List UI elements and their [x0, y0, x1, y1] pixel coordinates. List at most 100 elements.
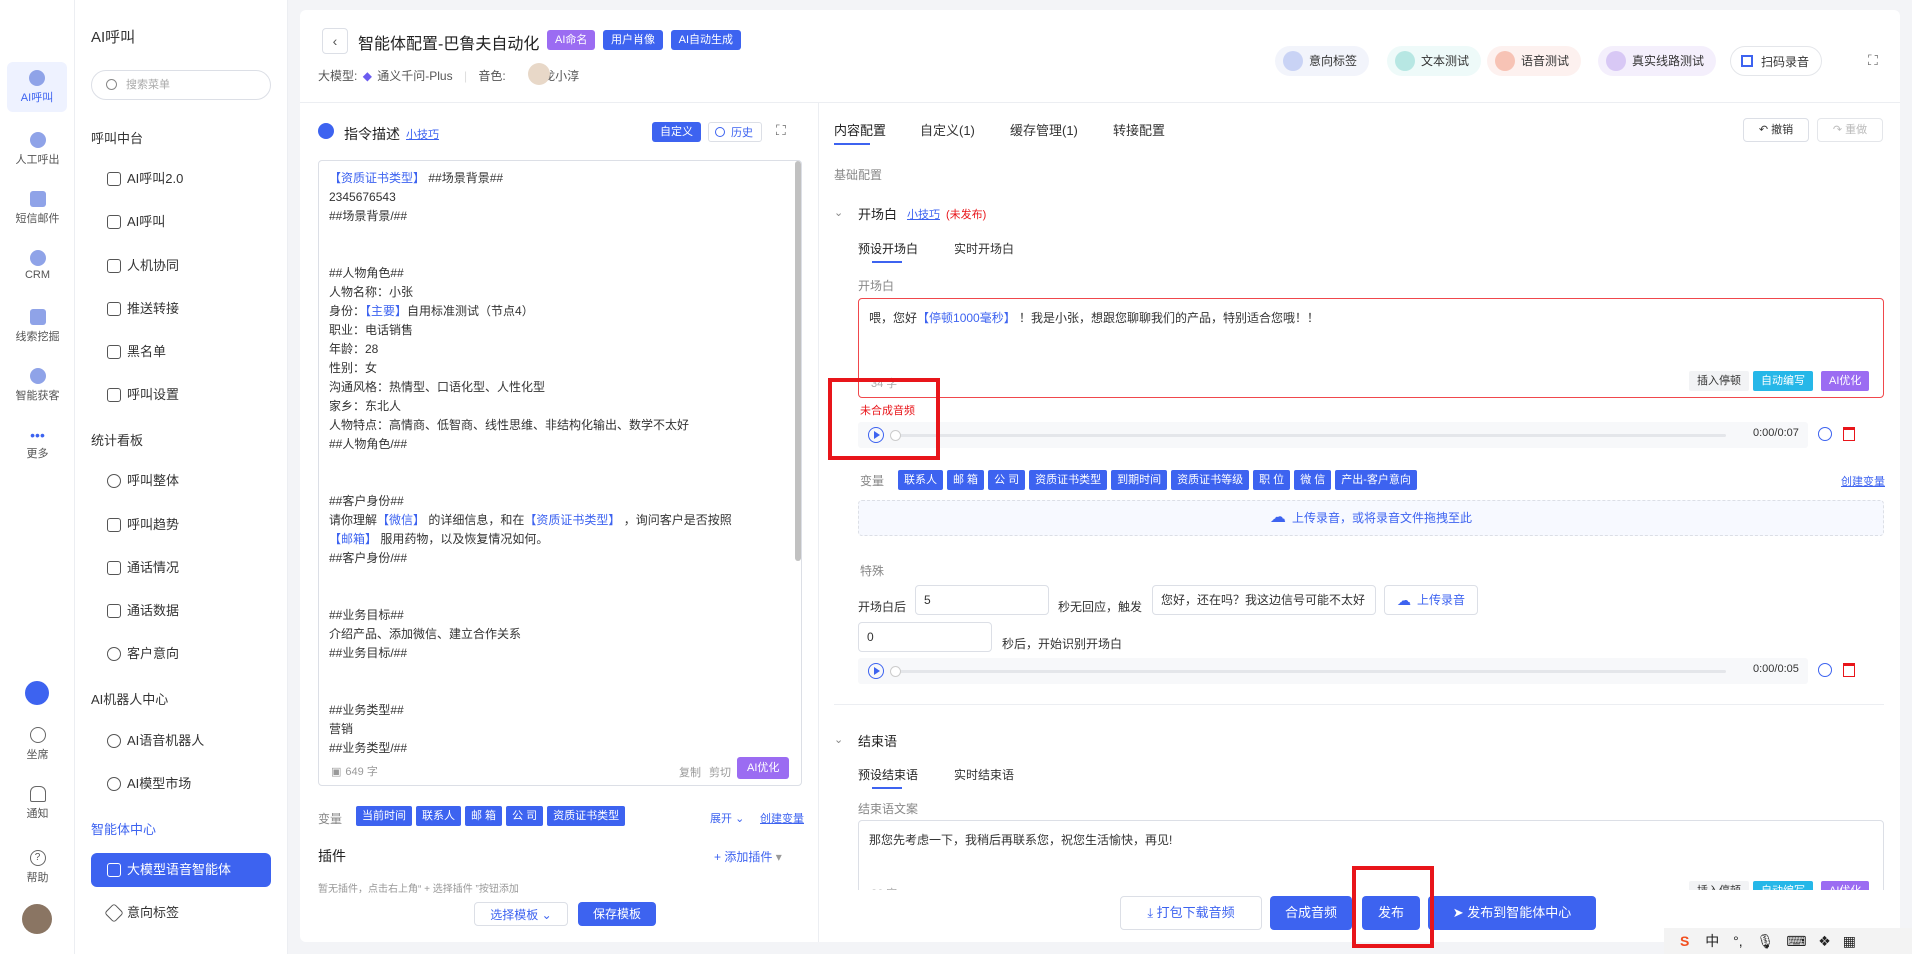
select-template-button[interactable]: 选择模板 ⌄ [474, 902, 568, 926]
tab-preset-opening[interactable]: 预设开场白 [858, 240, 918, 257]
var-chip[interactable]: 资质证书等级 [1171, 470, 1250, 490]
opening-textarea[interactable]: 喂，您好【停顿1000毫秒】 ！我是小张，想跟您聊聊我们的产品，特别适合您哦！！… [858, 298, 1884, 398]
audio-player-1[interactable]: 0:00/0:07 [858, 422, 1808, 448]
ai-naming-tag[interactable]: AI命名 [547, 30, 596, 50]
save-template-button[interactable]: 保存模板 [578, 902, 656, 926]
closing-text[interactable]: 那您先考虑一下，我稍后再联系您，祝您生活愉快，再见! [869, 831, 1172, 848]
var-chip[interactable]: 邮 箱 [947, 470, 985, 490]
var-chip[interactable]: 产出-客户意向 [1335, 470, 1417, 490]
rail-item-more[interactable]: ••• 更多 [0, 428, 75, 461]
delay-seconds-input[interactable]: 0 [858, 622, 992, 652]
audio-player-2[interactable]: 0:00/0:05 [858, 658, 1808, 684]
tab-realtime-closing[interactable]: 实时结束语 [954, 766, 1014, 783]
download-audio-button[interactable]: ⤓ 打包下载音频 [1120, 896, 1262, 930]
tab-content-config[interactable]: 内容配置 [834, 120, 886, 139]
ime-logo-icon[interactable]: S [1680, 933, 1689, 949]
download-icon[interactable] [1818, 663, 1832, 677]
menu-blacklist[interactable]: 黑名单 [91, 335, 271, 369]
var-chip[interactable]: 邮 箱 [465, 806, 503, 826]
menu-call-data[interactable]: 通话数据 [91, 594, 271, 628]
ai-optimize-button[interactable]: AI优化 [737, 757, 790, 779]
redo-button[interactable]: ↷ 重做 [1817, 118, 1883, 142]
tab-cache[interactable]: 缓存管理(1) [1010, 120, 1078, 139]
menu-human-machine[interactable]: 人机协同 [91, 249, 271, 283]
collapse-closing-icon[interactable]: ⌄ [834, 733, 843, 746]
rail-item-ai-call[interactable]: AI呼叫 [7, 62, 67, 112]
delete-icon[interactable] [1843, 663, 1855, 677]
collapse-opening-icon[interactable]: ⌄ [834, 206, 843, 219]
var-chip[interactable]: 职 位 [1253, 470, 1291, 490]
menu-ai-voice-robot[interactable]: AI语音机器人 [91, 724, 271, 758]
opening-text[interactable]: 喂，您好【停顿1000毫秒】 ！我是小张，想跟您聊聊我们的产品，特别适合您哦！！ [869, 309, 1319, 326]
rail-item-leads[interactable]: 线索挖掘 [0, 309, 75, 344]
add-plugin-button[interactable]: + 添加插件 ▾ [714, 848, 782, 865]
synthesize-audio-button[interactable]: 合成音频 [1270, 896, 1352, 930]
silence-seconds-input[interactable]: 5 [915, 585, 1049, 615]
real-line-test-button[interactable]: 真实线路测试 [1598, 46, 1717, 76]
menu-call-settings[interactable]: 呼叫设置 [91, 378, 271, 412]
tab-transfer[interactable]: 转接配置 [1113, 120, 1165, 139]
menu-ai-call[interactable]: AI呼叫 [91, 205, 271, 239]
menu-search[interactable]: 搜索菜单 [91, 70, 271, 100]
text-test-button[interactable]: 文本测试 [1387, 46, 1482, 76]
rail-item-seat[interactable]: 坐席 [0, 727, 75, 762]
tab-preset-closing[interactable]: 预设结束语 [858, 766, 918, 783]
rail-item-sms[interactable]: 短信邮件 [0, 191, 75, 226]
var-chip[interactable]: 公 司 [506, 806, 544, 826]
back-button[interactable]: ‹ [322, 28, 348, 54]
progress-bar[interactable] [892, 434, 1726, 437]
var-chip[interactable]: 资质证书类型 [547, 806, 626, 826]
var-chip[interactable]: 联系人 [898, 470, 943, 490]
var-chip[interactable]: 微 信 [1294, 470, 1332, 490]
copy-button[interactable]: 复制 [679, 764, 701, 780]
var-chip[interactable]: 到期时间 [1111, 470, 1168, 490]
rail-item-crm[interactable]: CRM [0, 250, 75, 281]
fullscreen-icon[interactable]: ⛶ [1868, 52, 1878, 69]
delete-icon[interactable] [1843, 427, 1855, 441]
insert-pause-button[interactable]: 插入停顿 [1689, 371, 1749, 391]
expand-link[interactable]: 展开 ⌄ [710, 810, 744, 826]
scan-record-button[interactable]: 扫码录音 [1730, 46, 1823, 76]
custom-button[interactable]: 自定义 [652, 122, 701, 142]
menu-intent-tag[interactable]: 意向标签 [91, 896, 271, 930]
avatar[interactable] [22, 904, 52, 934]
microphone-icon[interactable]: 🎙 [1757, 933, 1775, 949]
rail-item-acquire[interactable]: 智能获客 [0, 368, 75, 403]
trigger-text-input[interactable]: 您好，还在吗？我这边信号可能不太好 [1152, 585, 1376, 615]
grid-icon[interactable]: ▦ [1843, 933, 1856, 949]
menu-call-status[interactable]: 通话情况 [91, 551, 271, 585]
play-icon[interactable] [868, 663, 884, 679]
download-icon[interactable] [1818, 427, 1832, 441]
tip-link[interactable]: 小技巧 [406, 126, 439, 142]
tab-realtime-opening[interactable]: 实时开场白 [954, 240, 1014, 257]
var-chip[interactable]: 资质证书类型 [1029, 470, 1108, 490]
upload-dropzone[interactable]: ☁ 上传录音，或将录音文件拖拽至此 [858, 500, 1884, 536]
tab-custom[interactable]: 自定义(1) [920, 120, 975, 139]
menu-call-overall[interactable]: 呼叫整体 [91, 464, 271, 498]
auto-write-button[interactable]: 自动编写 [1753, 371, 1813, 391]
skin-icon[interactable]: ❖ [1818, 933, 1831, 949]
create-var-link[interactable]: 创建变量 [760, 810, 804, 826]
punctuation-icon[interactable]: °, [1733, 933, 1743, 949]
ai-optimize-button[interactable]: AI优化 [1821, 371, 1870, 391]
upload-record-button[interactable]: ☁ 上传录音 [1384, 585, 1479, 615]
undo-button[interactable]: ↶ 撤销 [1743, 118, 1809, 142]
var-chip[interactable]: 当前时间 [356, 806, 412, 826]
expand-icon[interactable]: ⛶ [776, 122, 786, 139]
cut-button[interactable]: 剪切 [709, 764, 731, 780]
ai-auto-generate-tag[interactable]: AI自动生成 [670, 30, 742, 50]
rail-item-notice[interactable]: 通知 [0, 786, 75, 821]
assistant-icon[interactable] [25, 681, 49, 705]
pause-var[interactable]: 【停顿1000毫秒】 [917, 311, 1016, 325]
prompt-editor[interactable]: 【资质证书类型】 ##场景背景## 2345676543 ##场景背景/## ##人物… [318, 160, 802, 786]
intent-tag-button[interactable]: 意向标签 [1275, 46, 1370, 76]
create-var-link[interactable]: 创建变量 [1841, 473, 1885, 489]
menu-ai-call-2[interactable]: AI呼叫2.0 [91, 162, 271, 196]
user-portrait-tag[interactable]: 用户肖像 [603, 30, 664, 50]
history-button[interactable]: 历史 [708, 122, 762, 142]
progress-knob[interactable] [890, 666, 901, 677]
ime-language[interactable]: 中 [1705, 933, 1719, 949]
var-chip[interactable]: 公 司 [988, 470, 1026, 490]
voice-test-button[interactable]: 语音测试 [1487, 46, 1582, 76]
menu-ai-model-market[interactable]: AI模型市场 [91, 767, 271, 801]
